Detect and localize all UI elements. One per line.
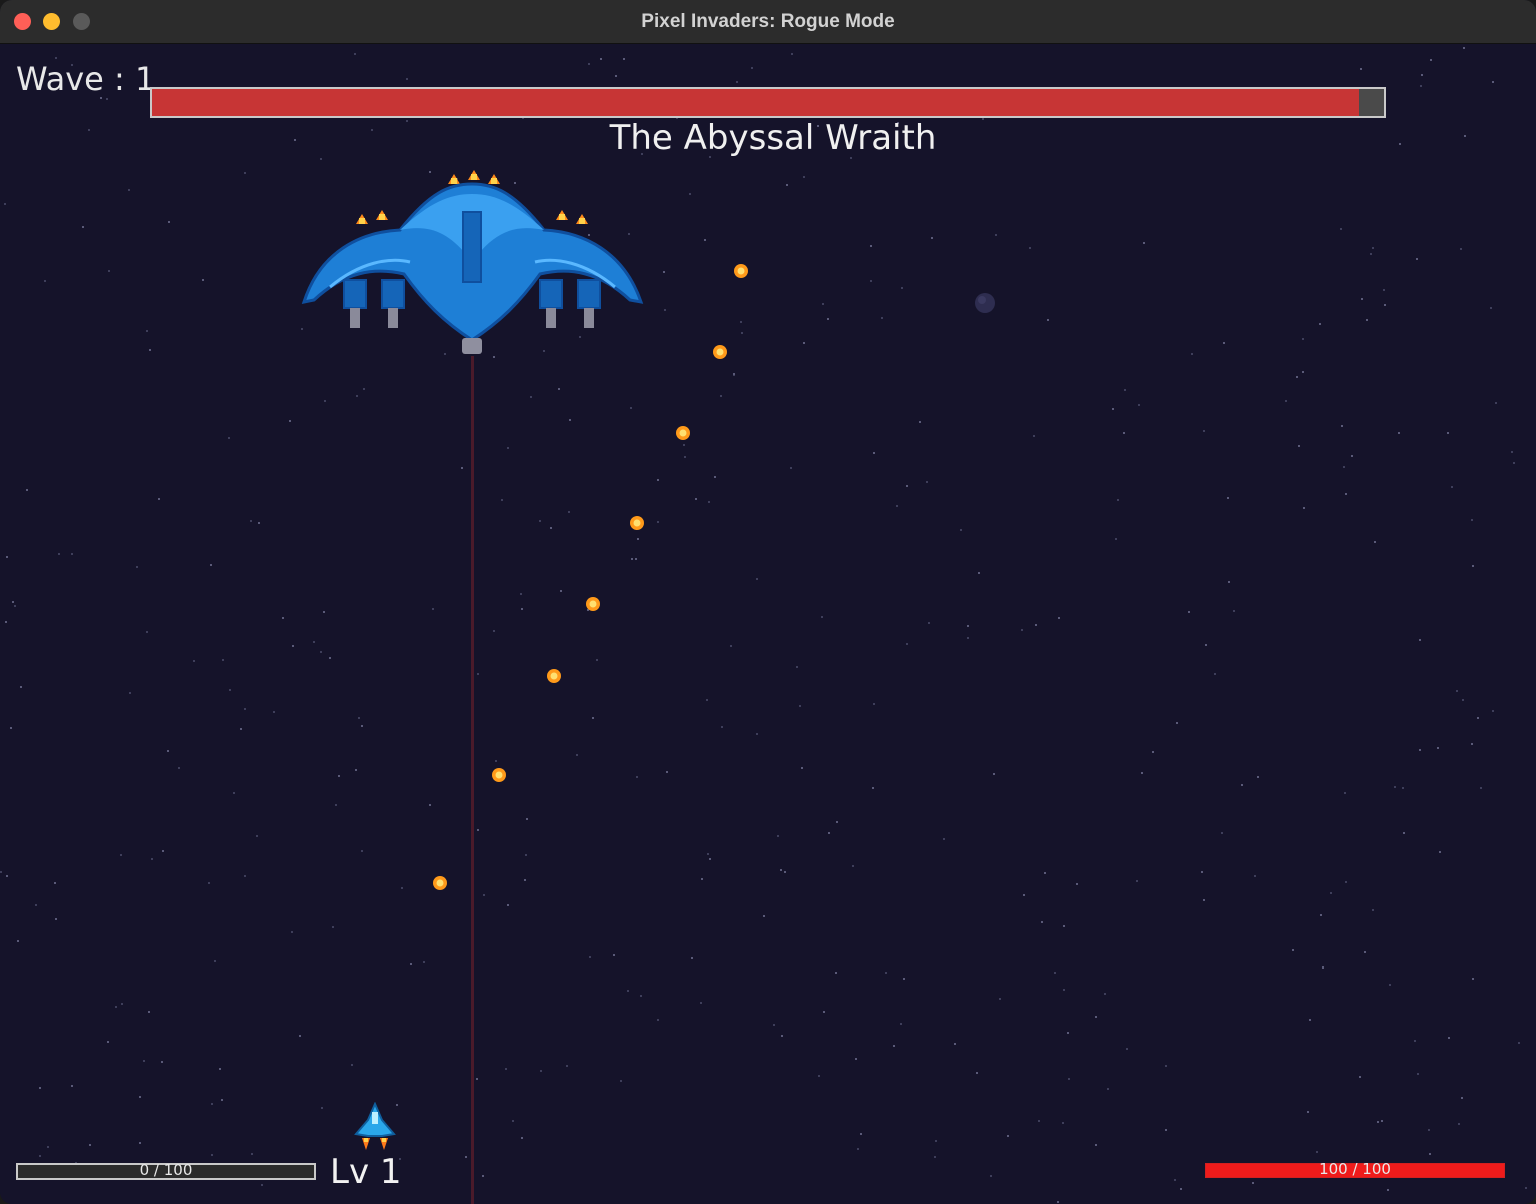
boss-name: The Abyssal Wraith [609, 118, 937, 158]
fireball-icon [630, 516, 644, 530]
fireball-icon [586, 597, 600, 611]
player-health-bar: 100 / 100 [1205, 1160, 1505, 1178]
game-window: Pixel Invaders: Rogue Mode Wave: 1 The … [0, 0, 1536, 1204]
player-ship-icon [354, 1102, 396, 1150]
fireball-icon [547, 669, 561, 683]
projectile-layer [433, 264, 748, 890]
fireball-icon [713, 345, 727, 359]
boss-health-bar [150, 87, 1386, 118]
fireball-icon [734, 264, 748, 278]
window-title: Pixel Invaders: Rogue Mode [641, 11, 895, 32]
fireball-icon [676, 426, 690, 440]
fireball-icon [492, 768, 506, 782]
player-level: Lv 1 [330, 1152, 402, 1192]
game-canvas[interactable]: Wave : 1 The Abyssal Wraith 0 / 100 Lv 1… [0, 44, 1536, 1204]
wave-counter: Wave : 1 [16, 60, 156, 98]
boss-health-fill [152, 89, 1360, 116]
player-health-text: 100 / 100 [1319, 1160, 1391, 1178]
xp-bar: 0 / 100 [16, 1161, 316, 1180]
fireball-icon [433, 876, 447, 890]
title-bar: Pixel Invaders: Rogue Mode [0, 0, 1536, 44]
xp-text: 0 / 100 [139, 1161, 193, 1179]
